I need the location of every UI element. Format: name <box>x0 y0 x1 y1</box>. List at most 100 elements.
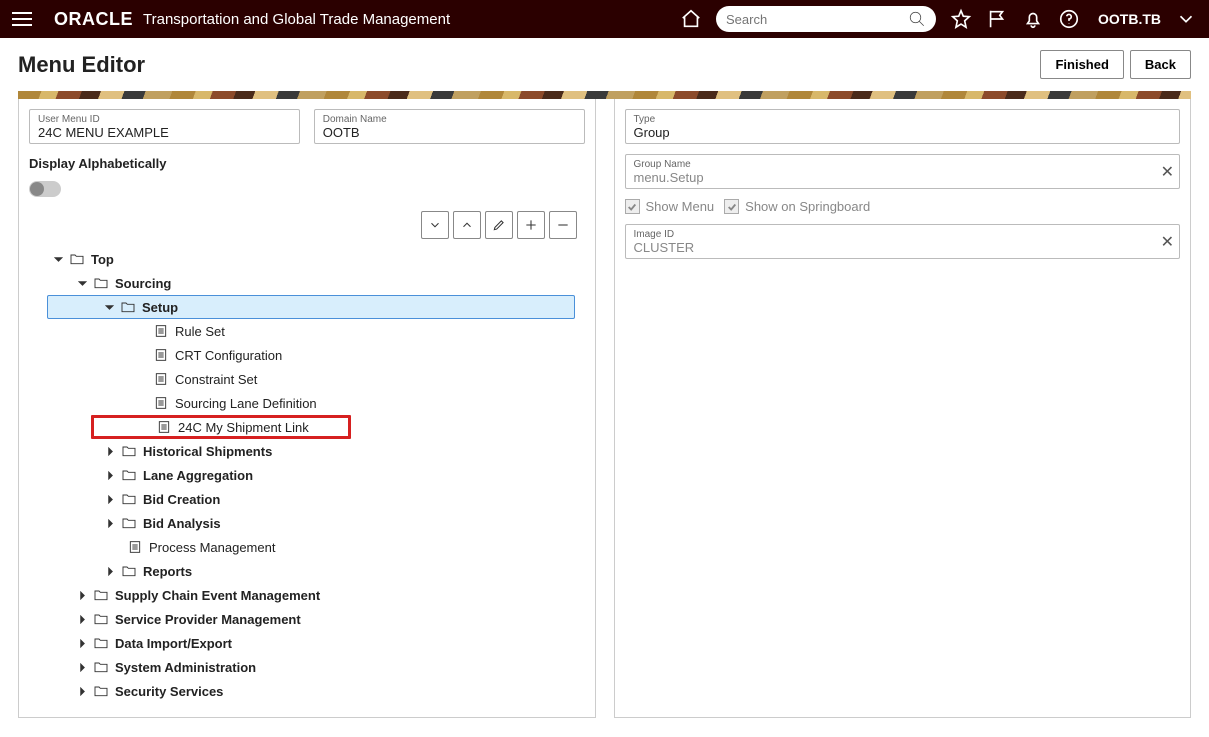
user-menu-id-field[interactable]: User Menu ID 24C MENU EXAMPLE <box>29 109 300 144</box>
caret-down-icon[interactable] <box>53 255 63 264</box>
tree-leaf-24c-my-shipment-link[interactable]: 24C My Shipment Link <box>91 415 351 439</box>
tree-label: Setup <box>142 300 178 315</box>
tree-label: Security Services <box>115 684 223 699</box>
tree-leaf-crt-config[interactable]: CRT Configuration <box>29 343 581 367</box>
flag-icon[interactable] <box>986 8 1008 30</box>
field-value: Group <box>634 125 1172 140</box>
caret-right-icon[interactable] <box>77 591 87 600</box>
finished-button[interactable]: Finished <box>1040 50 1123 79</box>
edit-button[interactable] <box>485 211 513 239</box>
topbar: ORACLE Transportation and Global Trade M… <box>0 0 1209 38</box>
favorites-icon[interactable] <box>950 8 972 30</box>
move-down-button[interactable] <box>421 211 449 239</box>
folder-icon <box>121 491 137 507</box>
search-icon[interactable] <box>908 10 926 28</box>
tree-leaf-constraint-set[interactable]: Constraint Set <box>29 367 581 391</box>
tree-node-security-services[interactable]: Security Services <box>29 679 581 703</box>
folder-icon <box>93 659 109 675</box>
tree-label: Data Import/Export <box>115 636 232 651</box>
document-icon <box>127 539 143 555</box>
folder-icon <box>121 467 137 483</box>
field-label: Type <box>634 114 1172 125</box>
tree-node-data-import-export[interactable]: Data Import/Export <box>29 631 581 655</box>
document-icon <box>156 419 172 435</box>
tree-node-bid-creation[interactable]: Bid Creation <box>29 487 581 511</box>
caret-right-icon[interactable] <box>105 495 115 504</box>
menu-hamburger-icon[interactable] <box>12 7 36 31</box>
field-label: Domain Name <box>323 114 576 125</box>
folder-icon <box>121 443 137 459</box>
tree-node-reports[interactable]: Reports <box>29 559 581 583</box>
display-alpha-label: Display Alphabetically <box>29 156 585 171</box>
search-input[interactable] <box>726 12 908 27</box>
document-icon <box>153 371 169 387</box>
tree-label: Lane Aggregation <box>143 468 253 483</box>
caret-down-icon[interactable] <box>77 279 87 288</box>
product-name: Transportation and Global Trade Manageme… <box>143 11 450 28</box>
caret-right-icon[interactable] <box>105 471 115 480</box>
tree-label: Historical Shipments <box>143 444 272 459</box>
tree-leaf-sourcing-lane-definition[interactable]: Sourcing Lane Definition <box>29 391 581 415</box>
tree-label: Reports <box>143 564 192 579</box>
user-label[interactable]: OOTB.TB <box>1098 11 1161 27</box>
caret-down-icon[interactable] <box>104 303 114 312</box>
menu-tree[interactable]: Top Sourcing Setup Rule Set CRT Confi <box>29 247 585 703</box>
field-value: 24C MENU EXAMPLE <box>38 125 291 140</box>
caret-right-icon[interactable] <box>105 519 115 528</box>
show-springboard-label: Show on Springboard <box>745 199 870 214</box>
tree-node-lane-aggregation[interactable]: Lane Aggregation <box>29 463 581 487</box>
caret-right-icon[interactable] <box>77 687 87 696</box>
document-icon <box>153 347 169 363</box>
field-value: menu.Setup <box>634 170 1172 185</box>
image-id-field[interactable]: Image ID CLUSTER ✕ <box>625 224 1181 259</box>
field-value: OOTB <box>323 125 576 140</box>
show-menu-checkbox[interactable] <box>625 199 640 214</box>
home-icon[interactable] <box>680 8 702 30</box>
tree-label: Supply Chain Event Management <box>115 588 320 603</box>
type-field[interactable]: Type Group <box>625 109 1181 144</box>
tree-label: 24C My Shipment Link <box>178 420 309 435</box>
show-springboard-checkbox[interactable] <box>724 199 739 214</box>
tree-node-system-admin[interactable]: System Administration <box>29 655 581 679</box>
document-icon <box>153 395 169 411</box>
clear-icon[interactable]: ✕ <box>1161 232 1174 252</box>
move-up-button[interactable] <box>453 211 481 239</box>
group-name-field[interactable]: Group Name menu.Setup ✕ <box>625 154 1181 189</box>
caret-right-icon[interactable] <box>105 447 115 456</box>
bell-icon[interactable] <box>1022 8 1044 30</box>
remove-button[interactable] <box>549 211 577 239</box>
tree-label: CRT Configuration <box>175 348 282 363</box>
tree-leaf-rule-set[interactable]: Rule Set <box>29 319 581 343</box>
content-panels: User Menu ID 24C MENU EXAMPLE Domain Nam… <box>0 99 1209 736</box>
add-button[interactable] <box>517 211 545 239</box>
tree-node-service-provider[interactable]: Service Provider Management <box>29 607 581 631</box>
field-label: Image ID <box>634 229 1172 240</box>
right-panel: Type Group Group Name menu.Setup ✕ Show … <box>614 99 1192 718</box>
tree-node-historical-shipments[interactable]: Historical Shipments <box>29 439 581 463</box>
caret-right-icon[interactable] <box>77 663 87 672</box>
tree-label: Bid Analysis <box>143 516 221 531</box>
tree-label: Sourcing Lane Definition <box>175 396 317 411</box>
back-button[interactable]: Back <box>1130 50 1191 79</box>
tree-leaf-process-management[interactable]: Process Management <box>29 535 581 559</box>
tree-node-top[interactable]: Top <box>29 247 581 271</box>
show-menu-label: Show Menu <box>646 199 715 214</box>
tree-node-setup[interactable]: Setup <box>47 295 575 319</box>
clear-icon[interactable]: ✕ <box>1161 162 1174 182</box>
tree-node-sourcing[interactable]: Sourcing <box>29 271 581 295</box>
field-label: Group Name <box>634 159 1172 170</box>
global-search[interactable] <box>716 6 936 32</box>
help-icon[interactable] <box>1058 8 1080 30</box>
tree-node-bid-analysis[interactable]: Bid Analysis <box>29 511 581 535</box>
domain-name-field[interactable]: Domain Name OOTB <box>314 109 585 144</box>
caret-right-icon[interactable] <box>77 615 87 624</box>
tree-node-supply-chain[interactable]: Supply Chain Event Management <box>29 583 581 607</box>
folder-icon <box>93 635 109 651</box>
caret-right-icon[interactable] <box>105 567 115 576</box>
folder-icon <box>69 251 85 267</box>
folder-icon <box>93 587 109 603</box>
tree-toolbar <box>29 211 585 239</box>
caret-right-icon[interactable] <box>77 639 87 648</box>
display-alpha-toggle[interactable] <box>29 181 61 197</box>
chevron-down-icon[interactable] <box>1175 8 1197 30</box>
